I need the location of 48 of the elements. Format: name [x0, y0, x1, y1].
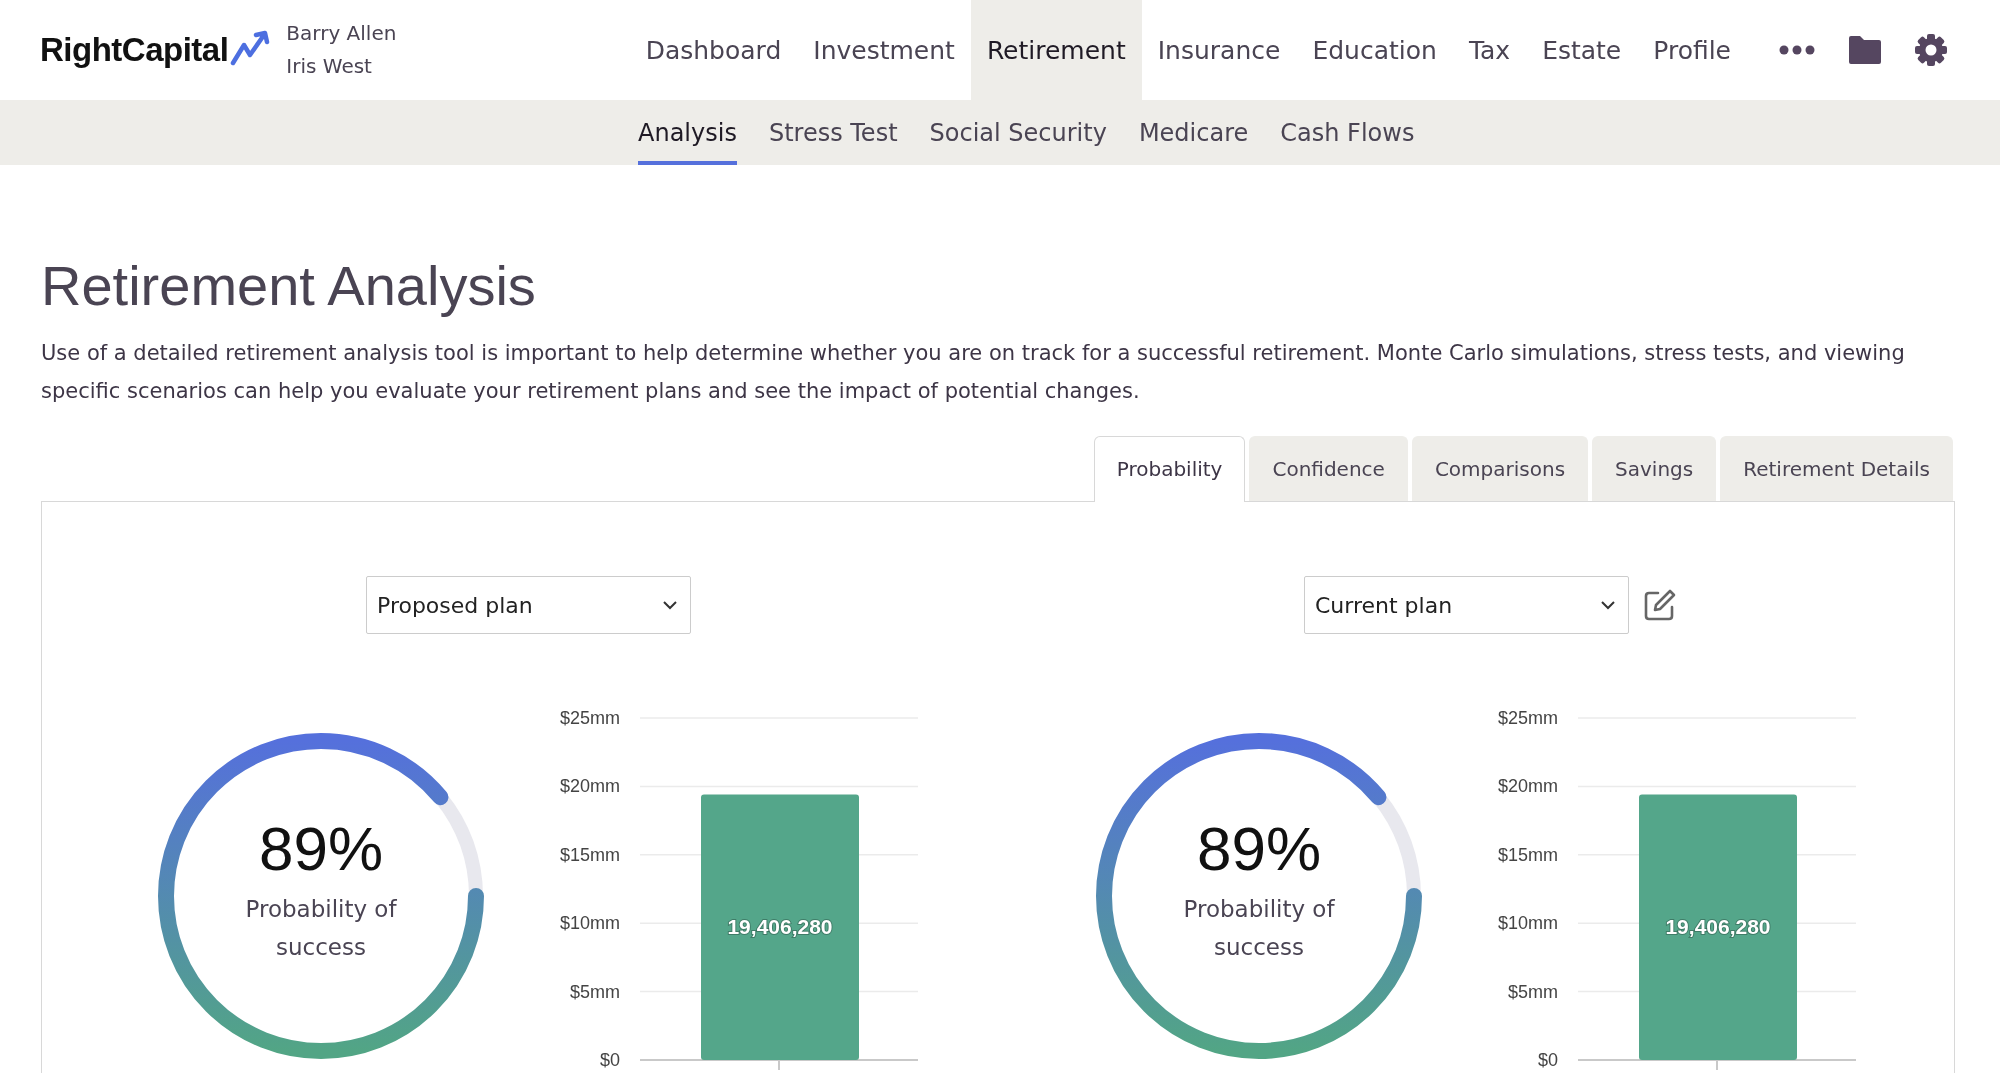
bar-value-label: 19,406,280 [727, 915, 833, 939]
probability-label: Probability of success [1182, 894, 1336, 962]
axis-tick-label: $0 [599, 1050, 620, 1070]
nav-tab[interactable]: Insurance [1141, 0, 1297, 100]
axis-tick-label: $20mm [559, 776, 620, 797]
page-title: Retirement Analysis [41, 253, 537, 318]
axis-tick-label: $10mm [1497, 913, 1558, 934]
description-text: Use of a detailed retirement analysis tool is important to help determine whether you are on track for a successful retirement. Monte Carlo simulations, stress tests, and viewing specific scenarios can help you evaluate your retirement plans and see the impact of potential changes. [41, 340, 1906, 405]
view-tab[interactable]: Comparisons [1411, 436, 1589, 501]
brand-logo-text: RightCapital [40, 31, 229, 69]
nav-tab[interactable]: Profile [1637, 0, 1747, 100]
nav-tab[interactable]: Estate [1526, 0, 1638, 100]
probability-value: 89% [258, 812, 384, 884]
caret-icon [1600, 600, 1616, 610]
sub-nav-tab[interactable]: Analysis [638, 100, 737, 165]
edit-icon[interactable] [1643, 588, 1677, 622]
bar-value-label: 19,406,280 [1665, 915, 1771, 939]
axis-tick-label: $10mm [559, 913, 620, 934]
folder-icon[interactable] [1847, 35, 1882, 65]
caret-icon [662, 600, 678, 610]
view-tab[interactable]: Savings [1592, 436, 1717, 501]
sub-nav-tab[interactable]: Medicare [1138, 100, 1249, 165]
nav-tab[interactable]: Education [1296, 0, 1453, 100]
client-name: Barry Allen [286, 20, 397, 47]
plan-dropdown[interactable]: Proposed plan [366, 576, 691, 634]
plan-dropdown[interactable]: Current plan [1304, 576, 1629, 634]
axis-tick-label: $5mm [570, 981, 620, 1002]
sub-nav-tab[interactable]: Social Security [929, 100, 1107, 165]
nav-tab[interactable]: Tax [1452, 0, 1527, 100]
nav-tab[interactable]: Retirement [970, 0, 1142, 100]
client-name: Iris West [286, 53, 373, 80]
axis-tick-label: $25mm [1497, 708, 1558, 728]
sub-nav-tab[interactable]: Cash Flows [1280, 100, 1415, 165]
sub-nav-tab[interactable]: Stress Test [768, 100, 898, 165]
view-tab[interactable]: Retirement Details [1720, 436, 1953, 501]
axis-tick-label: $25mm [559, 708, 620, 728]
axis-tick-label: $5mm [1508, 981, 1558, 1002]
nav-tab[interactable]: Investment [797, 0, 971, 100]
axis-tick-label: $20mm [1497, 776, 1558, 797]
view-tab[interactable]: Probability [1093, 436, 1246, 502]
probability-label: Probability of success [244, 894, 398, 962]
nav-tab[interactable]: Dashboard [629, 0, 798, 100]
axis-tick-label: $15mm [559, 844, 620, 865]
axis-tick-label: $0 [1537, 1050, 1558, 1070]
more-icon[interactable] [1779, 45, 1815, 55]
view-tab[interactable]: Confidence [1249, 436, 1408, 501]
probability-value: 89% [1196, 812, 1322, 884]
axis-tick-label: $15mm [1497, 844, 1558, 865]
